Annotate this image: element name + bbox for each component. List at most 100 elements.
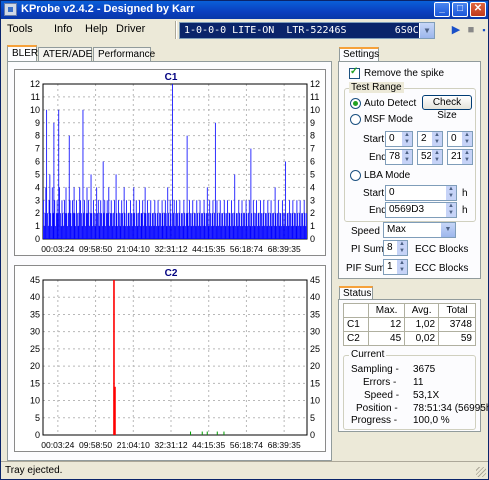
c1-bar — [295, 226, 297, 239]
spinner-arrows-icon[interactable]: ▲ ▼ — [401, 132, 412, 146]
y-tick-label: 5 — [35, 413, 40, 423]
close-button[interactable]: ✕ — [470, 2, 486, 17]
c1-bar — [179, 200, 181, 239]
c1-bar — [208, 226, 210, 239]
c1-bar — [86, 187, 88, 239]
c1-bar — [176, 200, 178, 239]
spinner-arrows-icon[interactable]: ▲ ▼ — [461, 132, 472, 146]
msf-start-frame-spinner[interactable]: 0 ▲ ▼ — [447, 131, 473, 147]
lba-start-spinner[interactable]: 0 ▲ ▼ — [385, 185, 457, 201]
maximize-button[interactable]: □ — [452, 2, 468, 17]
y-tick-label: 9 — [35, 118, 40, 128]
msf-start-min-spinner[interactable]: 0 ▲ ▼ — [385, 131, 413, 147]
resize-grip-icon[interactable] — [476, 467, 486, 477]
table-cell: 12 — [367, 317, 406, 332]
c1-bar — [60, 226, 62, 239]
c1-bar — [131, 213, 132, 239]
c1-bar — [51, 226, 52, 239]
title-bar[interactable]: KProbe v2.4.2 - Designed by Karr _ □ ✕ — [1, 1, 488, 19]
c1-bar — [76, 200, 77, 239]
chevron-down-icon[interactable]: ▼ — [419, 23, 434, 38]
spinner-arrows-icon[interactable]: ▲ ▼ — [401, 150, 412, 164]
spinner-arrows-icon[interactable]: ▲ ▼ — [396, 260, 407, 274]
c1-bar — [94, 226, 96, 239]
y-tick-label-right: 12 — [310, 79, 320, 89]
spinner-arrows-icon[interactable]: ▲ ▼ — [445, 203, 456, 217]
y-tick-label-right: 0 — [310, 234, 315, 244]
c1-bar — [59, 213, 61, 239]
c1-bar — [236, 213, 238, 239]
c1-bar — [185, 226, 186, 239]
c1-bar — [99, 213, 101, 239]
msf-end-frame-spinner[interactable]: 21 ▲ ▼ — [447, 149, 473, 165]
pi-sum-spinner[interactable]: 8 ▲ ▼ — [383, 240, 408, 256]
tab-settings[interactable]: Settings — [339, 47, 379, 61]
progress-value: 100,0 % — [413, 415, 450, 426]
y-tick-label-right: 30 — [310, 327, 320, 337]
c1-bar — [206, 213, 207, 239]
msf-end-min-spinner[interactable]: 78 ▲ ▼ — [385, 149, 413, 165]
y-tick-label: 25 — [30, 344, 40, 354]
msf-start-sec-spinner[interactable]: 2 ▲ ▼ — [417, 131, 443, 147]
c1-bar — [156, 213, 158, 239]
tab-ater-ader[interactable]: ATER/ADER — [38, 47, 100, 62]
auto-detect-radio[interactable] — [350, 98, 361, 109]
c1-bar — [227, 226, 229, 239]
save-icon[interactable]: ▪ — [477, 22, 489, 39]
c1-bar — [84, 226, 86, 239]
remove-spike-checkbox[interactable] — [349, 66, 360, 79]
c1-bar — [276, 226, 278, 239]
c1-bar — [201, 213, 203, 239]
menu-driver[interactable]: Driver — [116, 23, 145, 35]
c1-bar — [110, 200, 112, 239]
chevron-down-icon[interactable]: ▼ — [441, 223, 455, 237]
c1-bar — [304, 213, 306, 239]
c1-bar — [105, 226, 106, 239]
c1-bar — [178, 213, 180, 239]
drive-select[interactable]: 1-0-0-0 LITE-ON LTR-52246S 6S0C ▼ — [179, 22, 435, 39]
spinner-arrows-icon[interactable]: ▲ ▼ — [445, 186, 456, 200]
c1-chart: C1 0 0 1 1 2 2 3 3 4 4 5 5 6 6 7 7 8 8 9 9 10 10 11 11 12 12 00:03:… — [14, 69, 326, 256]
c1-bar — [301, 213, 303, 239]
spinner-arrows-icon[interactable]: ▲ ▼ — [431, 150, 442, 164]
msf-end-sec-spinner[interactable]: 52 ▲ ▼ — [417, 149, 443, 165]
c1-bar — [124, 213, 126, 239]
window-title: KProbe v2.4.2 - Designed by Karr — [21, 3, 195, 15]
menu-info[interactable]: Info — [54, 23, 72, 35]
tab-status[interactable]: Status — [339, 286, 373, 299]
c1-bar — [91, 213, 93, 239]
c1-bar — [300, 226, 302, 239]
c1-bar — [98, 226, 100, 239]
check-size-button[interactable]: Check Size — [422, 95, 472, 121]
tab-performance[interactable]: Performance — [93, 47, 155, 62]
lba-start-value: 0 — [389, 187, 395, 198]
msf-mode-radio[interactable] — [350, 114, 361, 125]
pi-sum-value: 8 — [387, 242, 393, 253]
lba-mode-radio[interactable] — [350, 170, 361, 181]
progress-label: Progress - — [351, 415, 398, 426]
menu-help[interactable]: Help — [85, 23, 108, 35]
pif-sum-spinner[interactable]: 1 ▲ ▼ — [383, 259, 408, 275]
c1-bar — [163, 226, 165, 239]
c1-bar — [70, 213, 72, 239]
stop-icon[interactable]: ■ — [464, 22, 478, 39]
c1-bar — [263, 200, 265, 239]
c1-bar — [244, 226, 246, 239]
spinner-arrows-icon[interactable]: ▲ ▼ — [396, 241, 407, 255]
play-icon[interactable]: ▶ — [449, 22, 463, 39]
c1-bar — [222, 213, 224, 239]
c1-bar — [226, 213, 228, 239]
c1-bar — [228, 213, 230, 239]
speed-select[interactable]: Max ▼ — [383, 222, 456, 238]
c1-bar — [72, 213, 74, 239]
c1-bar — [125, 226, 127, 239]
c1-bar — [48, 200, 50, 239]
lba-end-spinner[interactable]: 0569D3 ▲ ▼ — [385, 202, 457, 218]
spinner-arrows-icon[interactable]: ▲ ▼ — [461, 150, 472, 164]
tab-bler[interactable]: BLER — [7, 45, 38, 62]
c1-bar — [286, 213, 288, 239]
minimize-button[interactable]: _ — [434, 2, 450, 17]
spinner-arrows-icon[interactable]: ▲ ▼ — [431, 132, 442, 146]
menu-tools[interactable]: Tools — [7, 23, 33, 35]
errors-label: Errors - — [363, 377, 397, 388]
